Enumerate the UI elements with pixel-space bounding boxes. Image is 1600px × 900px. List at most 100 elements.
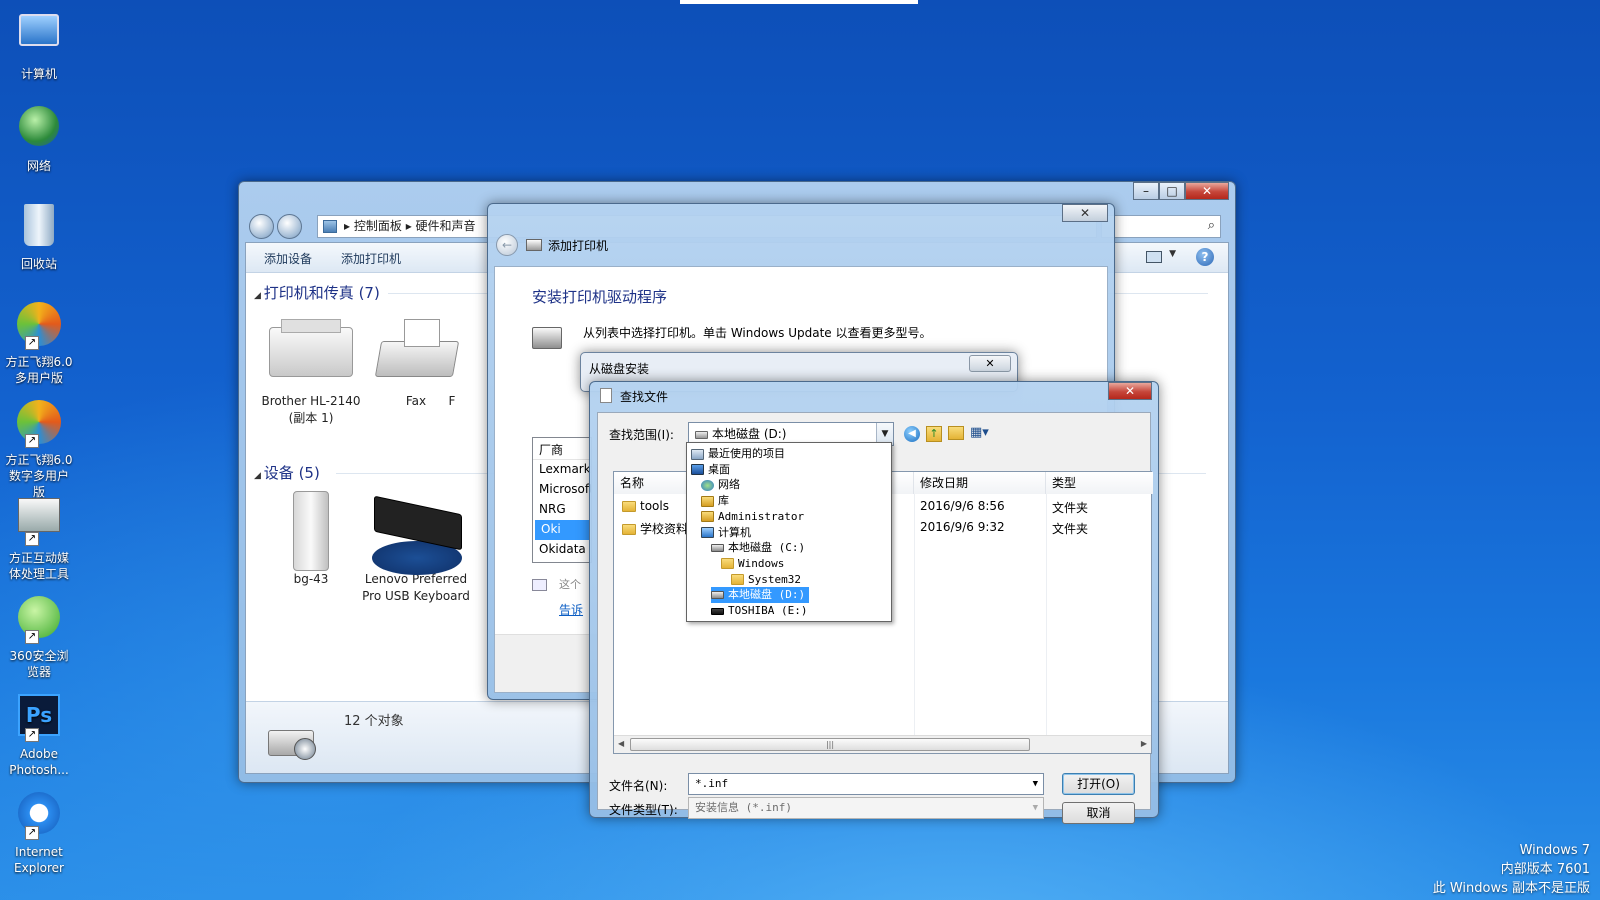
manufacturer-item[interactable]: NRG [533,500,591,520]
manufacturer-item[interactable]: Microsoft [533,480,591,500]
new-folder-icon[interactable] [948,426,964,440]
shortcut-arrow-icon: ↗ [25,728,39,742]
view-dropdown-icon[interactable]: ▼ [1169,249,1176,259]
manufacturer-header[interactable]: 厂商 [533,438,591,460]
devices-group-header[interactable]: ◢ 设备 (5) [254,462,320,483]
manufacturer-item[interactable]: Oki [535,520,589,540]
drive-c-icon [711,544,724,553]
manufacturer-list[interactable]: 厂商 Lexmark Microsoft NRG Oki Okidata [532,437,592,563]
dropdown-item-drive-d[interactable]: 本地磁盘 (D:) [711,587,810,604]
dropdown-item-network[interactable]: 网络 [701,477,744,493]
close-button[interactable]: ✕ [1062,204,1108,222]
printers-group-header[interactable]: ◢ 打印机和传真 (7) [254,282,380,303]
help-icon[interactable]: ? [1196,248,1214,266]
up-folder-icon[interactable]: ↑ [926,426,942,442]
dropdown-item-drive-c[interactable]: 本地磁盘 (C:) [711,540,809,556]
open-button[interactable]: 打开(O) [1062,773,1135,795]
printer-small-icon [526,239,542,251]
minimize-button[interactable]: – [1133,182,1159,200]
forward-button[interactable] [277,214,302,239]
printer-partial[interactable]: F [432,313,472,410]
look-in-dropdown[interactable]: 最近使用的项目桌面 网络库 Administrator 计算机 本地磁盘 (C:) Win… [686,442,892,622]
close-button[interactable]: ✕ [1108,382,1152,400]
desktop-icon-network[interactable]: 网络 [4,106,74,174]
dropdown-item-usb-drive[interactable]: TOSHIBA (E:) [711,603,811,619]
scroll-left-icon[interactable]: ◀ [618,739,624,748]
usb-drive-icon [711,607,724,615]
dropdown-item-computer[interactable]: 计算机 [701,525,755,541]
chevron-down-icon[interactable]: ▼ [1033,774,1038,794]
desktop-icon-founder-feixiang[interactable]: ↗ 方正飞翔6.0多用户版 [4,302,74,386]
desktop-icon-label: 360安全浏览器 [9,649,69,679]
dropdown-item-folder[interactable]: Windows [721,556,788,572]
driver-signing-link[interactable]: 告诉 [559,601,583,618]
recycle-bin-icon [15,204,63,252]
printer-brother[interactable]: Brother HL-2140 (副本 1) [256,313,366,427]
photoshop-icon: Ps ↗ [15,694,63,742]
dropdown-item-user-folder[interactable]: Administrator [701,509,808,525]
filetype-select[interactable]: 安装信息 (*.inf) ▼ [688,797,1044,819]
view-menu-icon[interactable]: ▦▾ [970,426,994,440]
dropdown-item-folder[interactable]: System32 [731,572,805,588]
scroll-thumb[interactable]: ||| [630,738,1030,751]
desktop-icon-founder-feixiang-digital[interactable]: ↗ 方正飞翔6.0数字多用户版 [4,400,74,500]
add-printer-button[interactable]: 添加打印机 [341,250,401,267]
desktop-icon-photoshop[interactable]: Ps ↗ Adobe Photosh... [4,694,74,778]
desktop-icon [691,464,704,476]
maximize-button[interactable]: □ [1159,182,1185,200]
file-modified-cell: 2016/9/6 8:56 [920,499,1005,513]
desktop-icon-label: 网络 [26,159,51,173]
dropdown-item-label: System32 [748,572,801,586]
back-button[interactable]: ← [496,234,518,256]
dropdown-item-library[interactable]: 库 [701,493,733,509]
back-arrow-icon[interactable]: ◀ [904,426,920,442]
breadcrumb-control-panel[interactable]: 控制面板 [354,219,402,233]
column-modified[interactable]: 修改日期 [914,472,1046,494]
desktop-icon-internet-explorer[interactable]: ↗ Internet Explorer [4,792,74,876]
filename-input[interactable]: *.inf ▼ [688,773,1044,795]
device-lenovo-keyboard[interactable]: Lenovo Preferred Pro USB Keyboard [361,491,471,605]
watermark-line: 内部版本 7601 [1500,862,1590,877]
shortcut-arrow-icon: ↗ [25,336,39,350]
breadcrumb-hardware-sound[interactable]: 硬件和声音 [416,219,476,233]
computer-icon [15,14,63,62]
desktop-icon-label: 方正飞翔6.0数字多用户版 [5,453,73,499]
horizontal-scrollbar[interactable]: ◀ ||| ▶ [614,735,1151,753]
close-button[interactable]: ✕ [1185,182,1229,200]
disk-dialog-title: 从磁盘安装 [589,362,650,376]
scroll-right-icon[interactable]: ▶ [1141,739,1147,748]
drive-icon [695,430,708,439]
printer-camera-icon [264,714,322,764]
desktop-icon-computer[interactable]: 计算机 [4,8,74,82]
laser-printer-icon [263,313,359,389]
manufacturer-item[interactable]: Okidata [533,540,591,560]
network-icon [701,479,714,491]
desktop-icon-founder-media-tool[interactable]: ↗ 方正互动媒体处理工具 [4,498,74,582]
founder-feixiang-digital-icon: ↗ [15,400,63,448]
watermark-line: Windows 7 [1519,843,1590,858]
view-options-icon[interactable] [1146,251,1162,263]
desktop-icon-label: 方正互动媒体处理工具 [8,551,69,581]
founder-feixiang-icon: ↗ [15,302,63,350]
column-type[interactable]: 类型 [1046,472,1153,494]
cancel-button[interactable]: 取消 [1062,802,1135,824]
file-type-cell: 文件夹 [1052,501,1089,515]
dropdown-item-label: 本地磁盘 (D:) [728,588,806,602]
search-input[interactable]: ⌕ [1101,215,1221,238]
desktop-icon-360-browser[interactable]: ↗ 360安全浏览器 [4,596,74,680]
dropdown-item-recent-items[interactable]: 最近使用的项目 [691,446,789,462]
close-button[interactable]: ✕ [969,355,1011,372]
manufacturer-item[interactable]: Lexmark [533,460,591,480]
user-folder-icon [701,511,714,523]
device-bg-43[interactable]: bg-43 [256,491,366,588]
dropdown-item-label: 最近使用的项目 [708,447,785,460]
dropdown-item-desktop[interactable]: 桌面 [691,462,734,478]
file-type-cell: 文件夹 [1052,522,1089,536]
signed-driver-icon [532,579,547,591]
shortcut-arrow-icon: ↗ [25,532,39,546]
network-icon-shape [19,106,59,146]
find-dialog-title: 查找文件 [620,390,669,404]
desktop-icon-recycle-bin[interactable]: 回收站 [4,204,74,272]
back-button[interactable] [249,214,274,239]
add-device-button[interactable]: 添加设备 [264,250,312,267]
